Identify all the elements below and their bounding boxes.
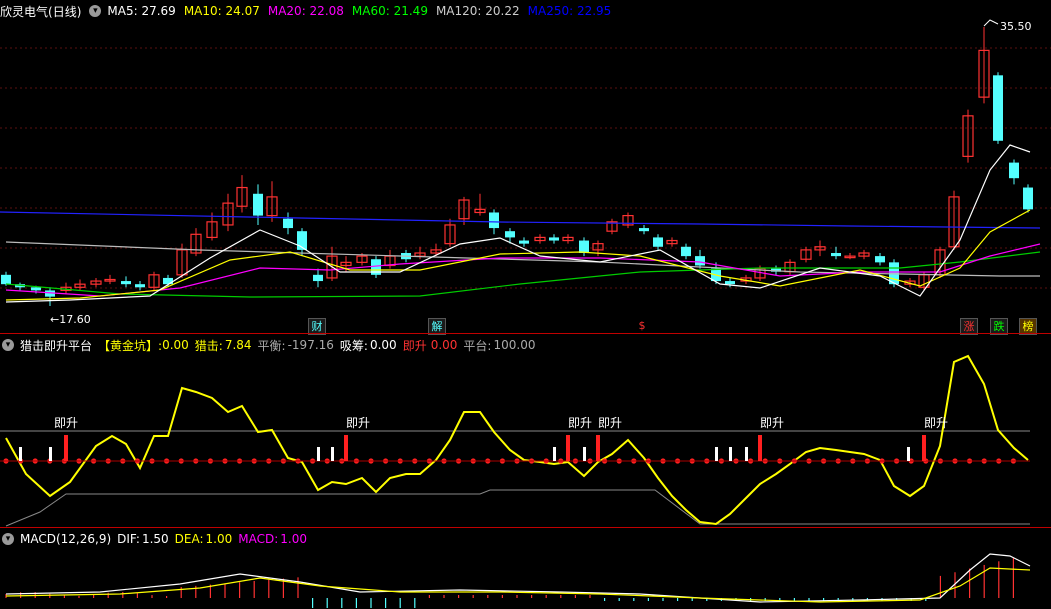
balance-label: 平衡: bbox=[257, 338, 286, 353]
kline-panel[interactable]: 欣灵电气 (日线) ▾ MA5: 27.69 MA10: 24.07 MA20: 2… bbox=[0, 0, 1051, 335]
rise-value: 0.00 bbox=[430, 338, 458, 352]
candle-body bbox=[653, 237, 663, 247]
platform-value: 100.00 bbox=[493, 338, 536, 352]
candle-body bbox=[831, 253, 841, 257]
dif-line bbox=[5, 553, 1031, 603]
dea-line bbox=[5, 567, 1031, 603]
candle-body bbox=[725, 281, 735, 285]
rise-signal-bar bbox=[64, 435, 68, 461]
absorb-signal-bar bbox=[729, 447, 732, 461]
absorb-signal-bar bbox=[715, 447, 718, 461]
absorb-signal-bar bbox=[317, 447, 320, 461]
rise-label: 即升 bbox=[402, 338, 427, 353]
ma10-line bbox=[5, 209, 1031, 301]
balance-value: -197.16 bbox=[287, 338, 334, 352]
dif-label: DIF: bbox=[117, 532, 140, 546]
dif-value: 1.50 bbox=[141, 532, 169, 546]
absorb-label: 吸筹: bbox=[339, 338, 368, 353]
macd-name: MACD(12,26,9) bbox=[20, 532, 112, 546]
ma-legend-item: MA20: 22.08 bbox=[267, 4, 344, 18]
absorb-signal-bar bbox=[553, 447, 556, 461]
high-price-label: 35.50 bbox=[1000, 20, 1032, 33]
indicator-name: 猎击即升平台 bbox=[20, 338, 93, 353]
candle-body bbox=[993, 75, 1003, 141]
hunt-label: 猎击: bbox=[194, 338, 223, 353]
candle-body bbox=[253, 193, 263, 216]
macd-value: 1.00 bbox=[280, 532, 307, 546]
candle-body bbox=[313, 274, 323, 282]
low-price-label: ←17.60 bbox=[50, 313, 91, 326]
absorb-signal-bar bbox=[331, 447, 334, 461]
dividend-mark[interactable]: $ bbox=[636, 318, 648, 333]
candle-body bbox=[579, 240, 589, 254]
rise-signal-bar bbox=[922, 435, 926, 461]
candle-body bbox=[121, 281, 131, 285]
ma-legend-item: MA250: 22.95 bbox=[527, 4, 612, 18]
kline-chart[interactable] bbox=[0, 0, 1051, 333]
candle-body bbox=[875, 256, 885, 263]
ma-legend: MA5: 27.69 MA10: 24.07 MA20: 22.08 MA60: 21… bbox=[107, 4, 619, 18]
hunt-value: 7.84 bbox=[224, 338, 252, 352]
rise-signal-bar bbox=[758, 435, 762, 461]
absorb-signal-bar bbox=[49, 447, 52, 461]
macd-panel[interactable]: ▾ MACD(12,26,9) DIF: 1.50 DEA: 1.00 MACD… bbox=[0, 528, 1051, 609]
rise-signal-label: 即升 bbox=[760, 416, 785, 430]
ma-legend-item: MA5: 27.69 bbox=[107, 4, 176, 18]
absorb-signal-bar bbox=[907, 447, 910, 461]
candle-body bbox=[505, 231, 515, 238]
dea-value: 1.00 bbox=[205, 532, 233, 546]
absorb-value: 0.00 bbox=[369, 338, 397, 352]
chevron-down-icon[interactable]: ▾ bbox=[2, 533, 14, 545]
period-label: (日线) bbox=[48, 4, 82, 19]
rise-signal-bar bbox=[344, 435, 348, 461]
high-pointer bbox=[983, 19, 999, 27]
macd-header: ▾ MACD(12,26,9) DIF: 1.50 DEA: 1.00 MACD… bbox=[0, 530, 313, 548]
absorb-signal-bar bbox=[745, 447, 748, 461]
gold-pit-value: 0.00 bbox=[162, 338, 189, 352]
ma-legend-item: MA10: 24.07 bbox=[183, 4, 260, 18]
absorb-signal-bar bbox=[583, 447, 586, 461]
ma-legend-item: MA120: 20.22 bbox=[435, 4, 520, 18]
ma5-line bbox=[5, 144, 1031, 303]
rise-signal-label: 即升 bbox=[346, 416, 371, 430]
rise-signal-label: 即升 bbox=[568, 416, 593, 430]
macd-label: MACD: bbox=[238, 532, 279, 546]
candle-body bbox=[1, 274, 11, 285]
dea-label: DEA: bbox=[174, 532, 204, 546]
platform-label: 平台: bbox=[463, 338, 492, 353]
candle-body bbox=[695, 256, 705, 266]
candle-body bbox=[1009, 162, 1019, 179]
absorb-signal-bar bbox=[19, 447, 22, 461]
indicator-chart[interactable] bbox=[0, 334, 1051, 527]
chevron-down-icon[interactable]: ▾ bbox=[89, 5, 102, 17]
hunt-line bbox=[5, 354, 1029, 526]
ma250-line bbox=[0, 211, 1041, 229]
rise-signal-bar bbox=[566, 435, 570, 461]
platform-line bbox=[5, 489, 1030, 527]
rise-signal-label: 即升 bbox=[598, 416, 623, 430]
candle-body bbox=[549, 237, 559, 241]
candle-body bbox=[519, 240, 529, 244]
chevron-down-icon[interactable]: ▾ bbox=[2, 339, 14, 351]
rise-signal-bar bbox=[596, 435, 600, 461]
indicator-header: ▾ 猎击即升平台 【黄金坑】: 0.00 猎击: 7.84 平衡: -197.1… bbox=[0, 336, 541, 354]
candle-body bbox=[31, 287, 41, 291]
candle-body bbox=[681, 246, 691, 257]
kline-header: 欣灵电气 (日线) ▾ MA5: 27.69 MA10: 24.07 MA20: 2… bbox=[0, 2, 625, 20]
rise-signal-label: 即升 bbox=[54, 416, 79, 430]
candle-body bbox=[163, 277, 173, 285]
candle-body bbox=[283, 218, 293, 229]
indicator-panel[interactable]: ▾ 猎击即升平台 【黄金坑】: 0.00 猎击: 7.84 平衡: -197.1… bbox=[0, 334, 1051, 527]
candle-body bbox=[135, 284, 145, 288]
candle-body bbox=[489, 212, 499, 229]
rise-signal-label: 即升 bbox=[924, 416, 949, 430]
candle-body bbox=[1023, 187, 1033, 210]
candle-body bbox=[639, 228, 649, 232]
stock-name: 欣灵电气 bbox=[0, 4, 49, 19]
gold-pit-label: 【黄金坑】: bbox=[98, 338, 163, 353]
ma-legend-item: MA60: 21.49 bbox=[351, 4, 428, 18]
